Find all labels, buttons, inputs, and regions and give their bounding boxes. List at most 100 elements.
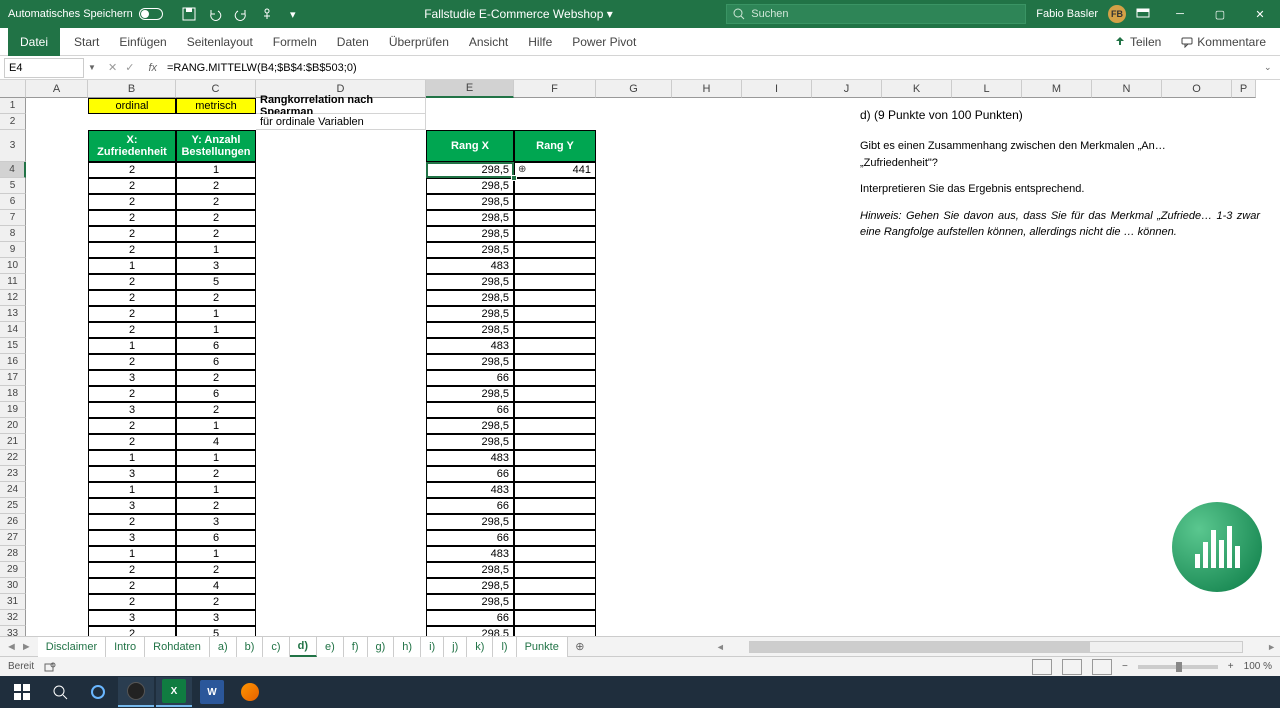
row-header-14[interactable]: 14 (0, 322, 26, 338)
hscroll-thumb[interactable] (750, 642, 1090, 652)
row-header-3[interactable]: 3 (0, 130, 26, 162)
maximize-button[interactable]: ▢ (1200, 0, 1240, 28)
row-header-7[interactable]: 7 (0, 210, 26, 226)
cell-F5[interactable] (514, 178, 596, 194)
cell-E29[interactable]: 298,5 (426, 562, 514, 578)
cell-E6[interactable]: 298,5 (426, 194, 514, 210)
cell-C1[interactable]: metrisch (176, 98, 256, 114)
cell-B1[interactable]: ordinal (88, 98, 176, 114)
cell-F17[interactable] (514, 370, 596, 386)
column-header-G[interactable]: G (596, 80, 672, 98)
ribbon-tab-daten[interactable]: Daten (327, 28, 379, 56)
cell-C3[interactable]: Y: Anzahl Bestellungen (176, 130, 256, 162)
cell-E33[interactable]: 298,5 (426, 626, 514, 636)
cell-B5[interactable]: 2 (88, 178, 176, 194)
cell-C21[interactable]: 4 (176, 434, 256, 450)
cell-F7[interactable] (514, 210, 596, 226)
cell-E15[interactable]: 483 (426, 338, 514, 354)
cell-D2[interactable]: für ordinale Variablen (256, 114, 426, 130)
cell-B10[interactable]: 1 (88, 258, 176, 274)
cell-F19[interactable] (514, 402, 596, 418)
column-header-K[interactable]: K (882, 80, 952, 98)
sheet-tab-l[interactable]: l) (493, 637, 516, 657)
cell-E23[interactable]: 66 (426, 466, 514, 482)
cell-C33[interactable]: 5 (176, 626, 256, 636)
touch-mode-icon[interactable] (259, 6, 275, 22)
cell-C12[interactable]: 2 (176, 290, 256, 306)
cell-F25[interactable] (514, 498, 596, 514)
ribbon-tab-überprüfen[interactable]: Überprüfen (379, 28, 459, 56)
cell-F31[interactable] (514, 594, 596, 610)
cell-F9[interactable] (514, 242, 596, 258)
tab-next-icon[interactable]: ► (21, 641, 32, 653)
autosave-toggle[interactable]: Automatisches Speichern (0, 8, 171, 20)
cell-C16[interactable]: 6 (176, 354, 256, 370)
cell-B15[interactable]: 1 (88, 338, 176, 354)
cell-B31[interactable]: 2 (88, 594, 176, 610)
cell-E3[interactable]: Rang X (426, 130, 514, 162)
cell-B4[interactable]: 2 (88, 162, 176, 178)
cell-E32[interactable]: 66 (426, 610, 514, 626)
taskbar-obs-icon[interactable] (118, 677, 154, 707)
cell-E5[interactable]: 298,5 (426, 178, 514, 194)
cell-F29[interactable] (514, 562, 596, 578)
cell-F27[interactable] (514, 530, 596, 546)
user-avatar[interactable]: FB (1108, 5, 1126, 23)
cell-B29[interactable]: 2 (88, 562, 176, 578)
zoom-slider[interactable] (1138, 665, 1218, 669)
cell-F21[interactable] (514, 434, 596, 450)
cell-E11[interactable]: 298,5 (426, 274, 514, 290)
sheet-tab-g[interactable]: g) (368, 637, 395, 657)
name-box-dropdown-icon[interactable]: ▼ (88, 63, 100, 72)
sheet-tab-d[interactable]: d) (290, 637, 317, 657)
cell-C29[interactable]: 2 (176, 562, 256, 578)
cell-E16[interactable]: 298,5 (426, 354, 514, 370)
cell-B22[interactable]: 1 (88, 450, 176, 466)
cell-F3[interactable]: Rang Y (514, 130, 596, 162)
cell-C20[interactable]: 1 (176, 418, 256, 434)
column-header-M[interactable]: M (1022, 80, 1092, 98)
formula-expand-icon[interactable]: ⌄ (1264, 62, 1280, 73)
taskbar-word-icon[interactable]: W (194, 677, 230, 707)
qat-dropdown-icon[interactable]: ▾ (285, 6, 301, 22)
cell-F22[interactable] (514, 450, 596, 466)
accept-formula-icon[interactable]: ✓ (125, 61, 134, 74)
fx-icon[interactable]: fx (142, 62, 163, 74)
cell-C14[interactable]: 1 (176, 322, 256, 338)
sheet-tab-rohdaten[interactable]: Rohdaten (145, 637, 210, 657)
cell-F18[interactable] (514, 386, 596, 402)
sheet-tab-e[interactable]: e) (317, 637, 344, 657)
start-button[interactable] (4, 677, 40, 707)
row-header-10[interactable]: 10 (0, 258, 26, 274)
taskbar-excel-icon[interactable]: X (156, 677, 192, 707)
cell-B25[interactable]: 3 (88, 498, 176, 514)
cell-F32[interactable] (514, 610, 596, 626)
cell-F11[interactable] (514, 274, 596, 290)
sheet-tab-disclaimer[interactable]: Disclaimer (38, 637, 106, 657)
column-header-J[interactable]: J (812, 80, 882, 98)
row-header-26[interactable]: 26 (0, 514, 26, 530)
row-header-11[interactable]: 11 (0, 274, 26, 290)
cell-F15[interactable] (514, 338, 596, 354)
cancel-formula-icon[interactable]: ✕ (108, 61, 117, 74)
cell-E12[interactable]: 298,5 (426, 290, 514, 306)
row-header-16[interactable]: 16 (0, 354, 26, 370)
row-header-21[interactable]: 21 (0, 434, 26, 450)
cell-E13[interactable]: 298,5 (426, 306, 514, 322)
row-header-32[interactable]: 32 (0, 610, 26, 626)
row-header-2[interactable]: 2 (0, 114, 26, 130)
cell-B3[interactable]: X: Zufriedenheit (88, 130, 176, 162)
row-header-13[interactable]: 13 (0, 306, 26, 322)
cell-E14[interactable]: 298,5 (426, 322, 514, 338)
row-header-27[interactable]: 27 (0, 530, 26, 546)
close-button[interactable]: ✕ (1240, 0, 1280, 28)
select-all-corner[interactable] (0, 80, 26, 98)
cell-C25[interactable]: 2 (176, 498, 256, 514)
user-name[interactable]: Fabio Basler (1036, 8, 1098, 20)
row-header-12[interactable]: 12 (0, 290, 26, 306)
cell-E27[interactable]: 66 (426, 530, 514, 546)
cell-E21[interactable]: 298,5 (426, 434, 514, 450)
cell-C27[interactable]: 6 (176, 530, 256, 546)
column-header-B[interactable]: B (88, 80, 176, 98)
cell-E25[interactable]: 66 (426, 498, 514, 514)
